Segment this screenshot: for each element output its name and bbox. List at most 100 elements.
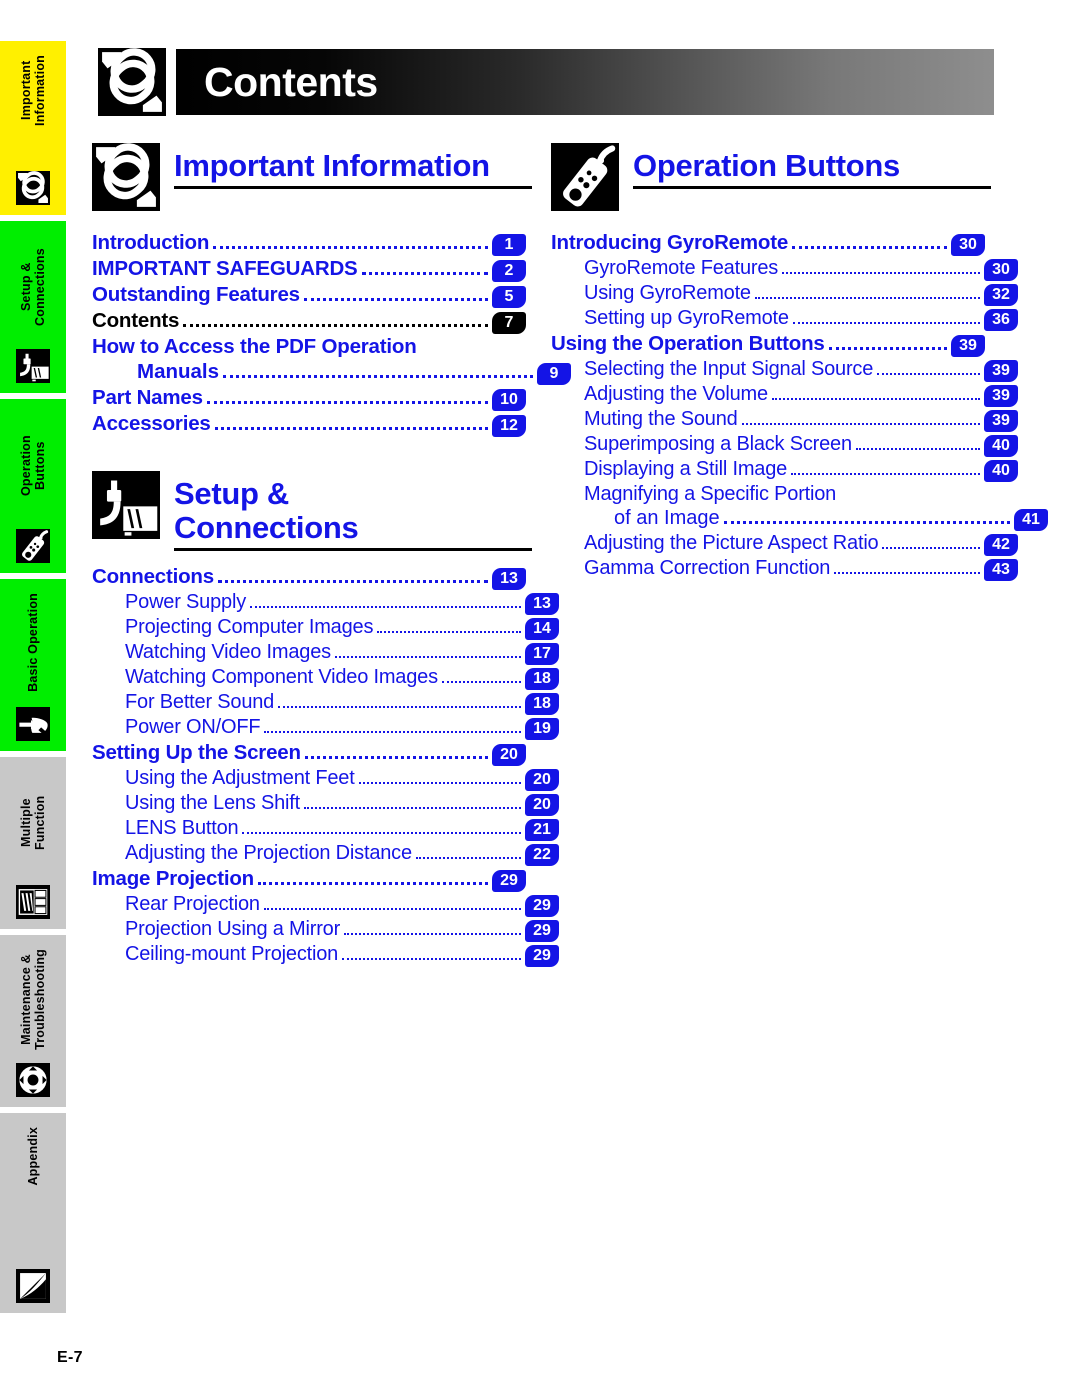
toc-entry[interactable]: Ceiling-mount Projection 29 bbox=[92, 943, 565, 967]
page-number-badge[interactable]: 1 bbox=[492, 234, 526, 256]
toc-entry-label: Magnifying a Specific Portion bbox=[584, 483, 837, 505]
toc-entry[interactable]: For Better Sound 18 bbox=[92, 691, 565, 715]
toc-entry[interactable]: Gamma Correction Function 43 bbox=[551, 557, 1024, 581]
page-number-badge[interactable]: 29 bbox=[525, 895, 559, 917]
toc-entry[interactable]: Manuals 9 bbox=[92, 360, 577, 385]
page-number-badge[interactable]: 39 bbox=[984, 360, 1018, 382]
toc-entry[interactable]: Outstanding Features 5 bbox=[92, 283, 532, 308]
toc-entry[interactable]: Power Supply 13 bbox=[92, 591, 565, 615]
page-number-badge[interactable]: 20 bbox=[525, 769, 559, 791]
side-tab-label: Basic Operation bbox=[26, 593, 40, 692]
toc-entry-label: Using the Lens Shift bbox=[125, 792, 300, 814]
toc-entry[interactable]: Adjusting the Picture Aspect Ratio 42 bbox=[551, 532, 1024, 556]
toc-entry[interactable]: Setting up GyroRemote 36 bbox=[551, 307, 1024, 331]
remote-control-icon bbox=[16, 529, 50, 563]
toc-entry-label: Image Projection bbox=[92, 867, 254, 890]
page-number-badge[interactable]: 30 bbox=[984, 259, 1018, 281]
toc-entry[interactable]: Accessories 12 bbox=[92, 412, 532, 437]
page-number-badge[interactable]: 39 bbox=[951, 335, 985, 357]
page-number-badge[interactable]: 41 bbox=[1014, 509, 1048, 531]
toc-entry[interactable]: Adjusting the Volume 39 bbox=[551, 383, 1024, 407]
toc-page-slot: 40 bbox=[984, 460, 1024, 482]
toc-entry[interactable]: Using the Operation Buttons 39 bbox=[551, 332, 991, 357]
page-number-badge[interactable]: 18 bbox=[525, 668, 559, 690]
toc-entry[interactable]: Introducing GyroRemote 30 bbox=[551, 231, 991, 256]
page-number-badge[interactable]: 42 bbox=[984, 534, 1018, 556]
toc-entry-label: Ceiling-mount Projection bbox=[125, 943, 339, 965]
toc-leader-dots bbox=[791, 473, 980, 475]
page-number-badge[interactable]: 40 bbox=[984, 460, 1018, 482]
toc-entry[interactable]: Part Names 10 bbox=[92, 386, 532, 411]
toc-entry[interactable]: How to Access the PDF Operation bbox=[92, 335, 532, 359]
page-number-badge[interactable]: 29 bbox=[525, 920, 559, 942]
page-number-badge[interactable]: 7 bbox=[492, 312, 526, 334]
page-number-badge[interactable]: 12 bbox=[492, 415, 526, 437]
page-number-badge[interactable]: 22 bbox=[525, 844, 559, 866]
toc-entry[interactable]: Watching Video Images 17 bbox=[92, 641, 565, 665]
page-number-badge[interactable]: 36 bbox=[984, 309, 1018, 331]
toc-entry[interactable]: GyroRemote Features 30 bbox=[551, 257, 1024, 281]
side-tab-multiple-function[interactable]: Multiple Function bbox=[0, 757, 66, 929]
toc-entry-label: Outstanding Features bbox=[92, 283, 300, 306]
toc-entry[interactable]: Introduction 1 bbox=[92, 231, 532, 256]
toc-page-slot: 30 bbox=[984, 259, 1024, 281]
toc-entry[interactable]: Projection Using a Mirror 29 bbox=[92, 918, 565, 942]
toc-entry[interactable]: Adjusting the Projection Distance 22 bbox=[92, 842, 565, 866]
toc-leader-dots bbox=[257, 882, 488, 885]
side-tab-important-information[interactable]: Important Information bbox=[0, 41, 66, 215]
toc-page-slot: 12 bbox=[492, 415, 532, 437]
page-number-badge[interactable]: 32 bbox=[984, 284, 1018, 306]
page-number-badge[interactable]: 14 bbox=[525, 618, 559, 640]
toc-entry[interactable]: LENS Button 21 bbox=[92, 817, 565, 841]
side-tab-setup-connections[interactable]: Setup & Connections bbox=[0, 221, 66, 393]
plug-projector-icon bbox=[92, 471, 160, 539]
page-number-badge[interactable]: 43 bbox=[984, 559, 1018, 581]
page-number-badge[interactable]: 20 bbox=[525, 794, 559, 816]
toc-entry[interactable]: IMPORTANT SAFEGUARDS 2 bbox=[92, 257, 532, 282]
toc-entry[interactable]: Using GyroRemote 32 bbox=[551, 282, 1024, 306]
page-number-badge[interactable]: 18 bbox=[525, 693, 559, 715]
page-number-badge[interactable]: 39 bbox=[984, 410, 1018, 432]
page-number-badge[interactable]: 30 bbox=[951, 234, 985, 256]
toc-entry[interactable]: Using the Adjustment Feet 20 bbox=[92, 767, 565, 791]
toc-entry-label: Introduction bbox=[92, 231, 210, 254]
side-tab-basic-operation[interactable]: Basic Operation bbox=[0, 579, 66, 751]
page-number-badge[interactable]: 2 bbox=[492, 260, 526, 282]
page-number-badge[interactable]: 13 bbox=[525, 593, 559, 615]
toc-entry[interactable]: Rear Projection 29 bbox=[92, 893, 565, 917]
side-tab-label: Multiple Function bbox=[19, 795, 47, 851]
toc-entry[interactable]: Selecting the Input Signal Source 39 bbox=[551, 358, 1024, 382]
page-number-badge[interactable]: 5 bbox=[492, 286, 526, 308]
page-number-badge[interactable]: 29 bbox=[525, 945, 559, 967]
toc-entry[interactable]: Setting Up the Screen 20 bbox=[92, 741, 532, 766]
toc-entry[interactable]: Connections 13 bbox=[92, 565, 532, 590]
toc-entry[interactable]: Power ON/OFF 19 bbox=[92, 716, 565, 740]
toc-entry-label: of an Image bbox=[614, 507, 720, 529]
page-number-badge[interactable]: 29 bbox=[492, 870, 526, 892]
side-tab-operation-buttons[interactable]: Operation Buttons bbox=[0, 399, 66, 573]
toc-entry[interactable]: Watching Component Video Images 18 bbox=[92, 666, 565, 690]
toc-entry[interactable]: Projecting Computer Images 14 bbox=[92, 616, 565, 640]
toc-entry[interactable]: Superimposing a Black Screen 40 bbox=[551, 433, 1024, 457]
toc-entry[interactable]: Contents 7 bbox=[92, 309, 532, 334]
side-tab-maintenance-troubleshooting[interactable]: Maintenance & Troubleshooting bbox=[0, 935, 66, 1107]
toc-entry[interactable]: Displaying a Still Image 40 bbox=[551, 458, 1024, 482]
toc-entry-label: Adjusting the Picture Aspect Ratio bbox=[584, 532, 879, 554]
page-number-badge[interactable]: 20 bbox=[492, 744, 526, 766]
page-number-badge[interactable]: 21 bbox=[525, 819, 559, 841]
section-title: Operation Buttons bbox=[633, 148, 900, 183]
page-number-badge[interactable]: 10 bbox=[492, 389, 526, 411]
toc-section: Important Information Introduction 1 IMPORT… bbox=[92, 143, 571, 437]
toc-entry[interactable]: Magnifying a Specific Portion bbox=[551, 483, 1024, 506]
toc-entry[interactable]: Image Projection 29 bbox=[92, 867, 532, 892]
page-number-badge[interactable]: 13 bbox=[492, 568, 526, 590]
toc-leader-dots bbox=[882, 547, 980, 549]
toc-entry[interactable]: Muting the Sound 39 bbox=[551, 408, 1024, 432]
side-tab-appendix[interactable]: Appendix bbox=[0, 1113, 66, 1313]
toc-entry[interactable]: Using the Lens Shift 20 bbox=[92, 792, 565, 816]
page-number-badge[interactable]: 17 bbox=[525, 643, 559, 665]
page-number-badge[interactable]: 39 bbox=[984, 385, 1018, 407]
toc-entry[interactable]: of an Image 41 bbox=[551, 507, 1054, 531]
page-number-badge[interactable]: 19 bbox=[525, 718, 559, 740]
page-number-badge[interactable]: 40 bbox=[984, 435, 1018, 457]
